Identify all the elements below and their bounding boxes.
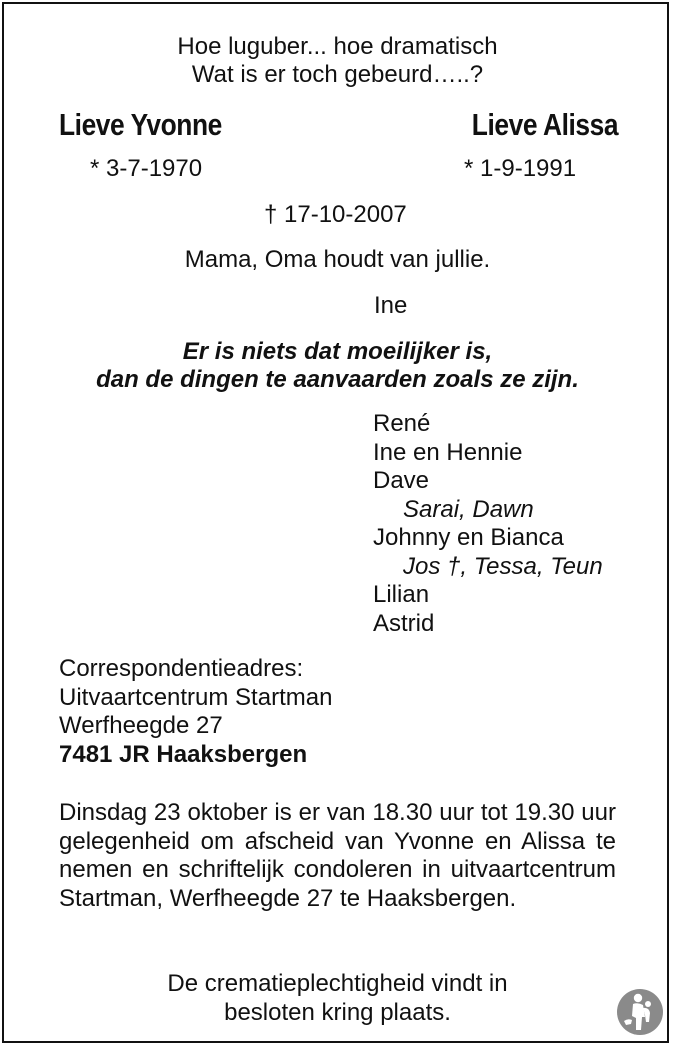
deceased-name-alissa: Lieve Alissa	[471, 107, 619, 142]
cremation-line-1: De crematieplechtigheid vindt in	[167, 970, 508, 997]
message-signature: Ine	[374, 292, 408, 319]
correspondence-name: Uitvaartcentrum Startman	[59, 684, 333, 711]
correspondence-street: Werfheegde 27	[59, 712, 223, 739]
visitation-paragraph: Dinsdag 23 oktober is er van 18.30 uur t…	[59, 799, 616, 912]
memorial-figure-icon	[616, 988, 664, 1036]
family-member-johnny-bianca: Johnny en Bianca	[373, 524, 564, 551]
correspondence-label: Correspondentieadres:	[59, 655, 304, 682]
family-member-astrid: Astrid	[373, 610, 435, 637]
family-member-rene: René	[373, 410, 431, 437]
family-member-lilian: Lilian	[373, 581, 430, 608]
birth-date-alissa: * 1-9-1991	[464, 155, 577, 182]
header-line-1: Hoe luguber... hoe dramatisch	[177, 33, 498, 60]
message-text: Mama, Oma houdt van jullie.	[184, 246, 491, 273]
quote-line-2: dan de dingen te aanvaarden zoals ze zij…	[96, 366, 579, 393]
death-date: † 17-10-2007	[264, 201, 407, 228]
birth-date-yvonne: * 3-7-1970	[90, 155, 203, 182]
header-line-2: Wat is er toch gebeurd…..?	[191, 61, 484, 88]
quote-line-1: Er is niets dat moeilijker is,	[182, 338, 493, 365]
family-member-ine-hennie: Ine en Hennie	[373, 439, 523, 466]
family-member-dave: Dave	[373, 467, 430, 494]
cremation-line-2: besloten kring plaats.	[224, 999, 451, 1026]
family-children-johnny: Jos †, Tessa, Teun	[403, 553, 603, 580]
family-children-dave: Sarai, Dawn	[403, 496, 534, 523]
correspondence-postal-city: 7481 JR Haaksbergen	[59, 741, 308, 768]
deceased-name-yvonne: Lieve Yvonne	[59, 107, 222, 142]
